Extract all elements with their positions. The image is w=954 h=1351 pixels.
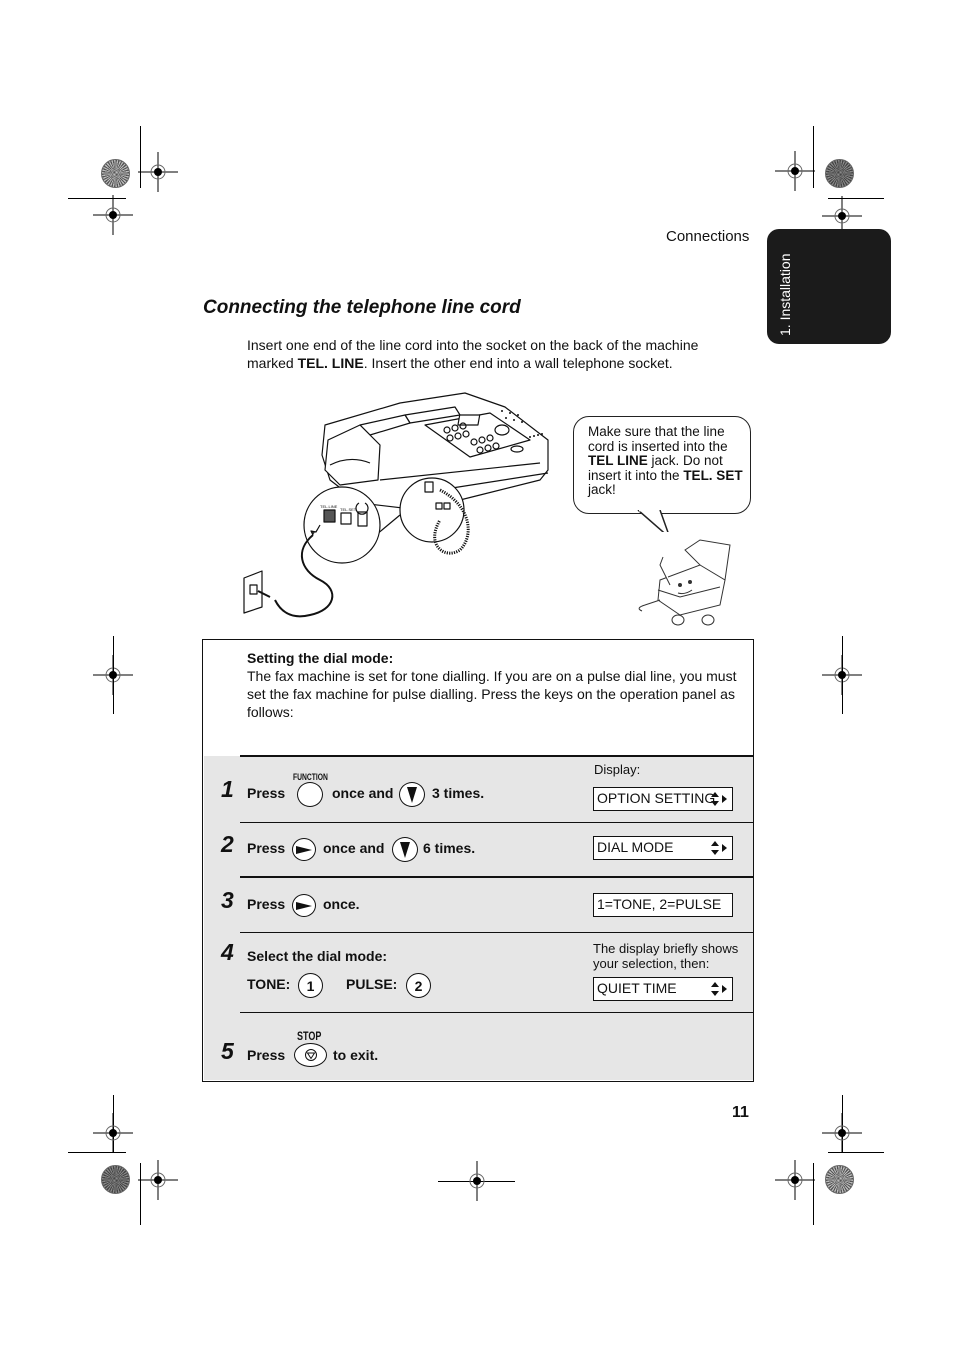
callout-text: Make sure that the line cord is inserted… (588, 424, 743, 497)
crop-mark (828, 1152, 884, 1153)
tel-set-jack (340, 512, 352, 525)
crosshair-icon (775, 151, 815, 191)
scroll-arrows-icon (711, 982, 727, 996)
section-title: Connecting the telephone line cord (203, 297, 521, 318)
divider (240, 755, 753, 757)
panel-intro: Setting the dial mode: The fax machine i… (247, 649, 737, 721)
color-calibration-wheel (825, 159, 854, 188)
step-text: once and (332, 785, 394, 801)
step-text: 6 times. (423, 840, 476, 856)
running-header: Connections (666, 228, 750, 245)
scroll-arrows-icon (711, 792, 727, 806)
step-text: Press (247, 785, 286, 801)
svg-text:TEL.SET: TEL.SET (340, 507, 357, 512)
step-text: Press (247, 896, 286, 912)
down-arrow-icon (407, 786, 417, 803)
step-text: Select the dial mode: (247, 948, 388, 964)
display-label: The display briefly shows your selection… (593, 941, 739, 971)
down-arrow-key[interactable] (392, 837, 418, 862)
intro-paragraph: Insert one end of the line cord into the… (247, 337, 699, 371)
pulse-label: PULSE: (346, 976, 398, 992)
crop-mark (813, 126, 814, 188)
right-arrow-key[interactable] (292, 838, 316, 861)
display-label: Display: (594, 762, 641, 777)
step-number: 1 (221, 776, 234, 802)
crop-mark (68, 1152, 126, 1153)
step-text: to exit. (333, 1047, 379, 1063)
step-text: Press (247, 1047, 286, 1063)
step-text: 3 times. (432, 785, 485, 801)
crosshair-icon (457, 1161, 497, 1201)
panel-body: The fax machine is set for tone dialling… (247, 668, 737, 720)
key-1[interactable]: 1 (298, 973, 323, 998)
right-arrow-icon (296, 845, 312, 854)
right-arrow-key[interactable] (292, 894, 316, 917)
lcd-display: 1=TONE, 2=PULSE (593, 893, 733, 917)
svg-text:TEL.LINE: TEL.LINE (320, 504, 338, 509)
function-key[interactable] (297, 782, 323, 807)
tone-label: TONE: (247, 976, 291, 992)
crosshair-icon (822, 1113, 862, 1153)
panel-heading: Setting the dial mode: (247, 650, 394, 666)
crosshair-icon (138, 1160, 178, 1200)
stop-icon (304, 1049, 317, 1061)
color-calibration-wheel (825, 1165, 854, 1194)
step-text: once and (323, 840, 385, 856)
step-text: once. (323, 896, 360, 912)
crosshair-icon (775, 1160, 815, 1200)
crop-mark (113, 636, 114, 714)
step-number: 2 (221, 831, 234, 857)
crop-mark (842, 636, 843, 714)
divider (240, 876, 753, 878)
divider (240, 822, 753, 823)
step-number: 3 (221, 887, 234, 913)
color-calibration-wheel (101, 159, 130, 188)
fax-connection-illustration: TEL.LINE TEL.SET (243, 392, 549, 618)
step-number: 4 (221, 939, 234, 965)
key-2[interactable]: 2 (406, 973, 431, 998)
down-arrow-icon (400, 841, 410, 858)
key-label: FUNCTION (293, 772, 328, 782)
lcd-display: QUIET TIME (593, 977, 733, 1001)
crop-mark (813, 1163, 814, 1225)
tel-line-jack (323, 509, 336, 523)
lcd-display: OPTION SETTING (593, 787, 733, 811)
stop-key[interactable] (294, 1043, 327, 1067)
fax-mascot-illustration (638, 539, 731, 626)
scroll-arrows-icon (711, 841, 727, 855)
page-number: 11 (732, 1104, 749, 1121)
chapter-tab-label: 1. Installation (777, 253, 793, 337)
key-label: STOP (297, 1029, 322, 1043)
divider (240, 1012, 753, 1013)
divider (240, 932, 753, 933)
crosshair-icon (93, 195, 133, 235)
crosshair-icon (93, 1113, 133, 1153)
lcd-display: DIAL MODE (593, 836, 733, 860)
callout-tail (637, 510, 669, 532)
crosshair-icon (138, 152, 178, 192)
jack-zoom-circle (303, 486, 381, 564)
down-arrow-key[interactable] (399, 782, 425, 807)
step-text: Press (247, 840, 286, 856)
right-arrow-icon (296, 901, 312, 910)
step-number: 5 (221, 1038, 234, 1064)
color-calibration-wheel (101, 1165, 130, 1194)
